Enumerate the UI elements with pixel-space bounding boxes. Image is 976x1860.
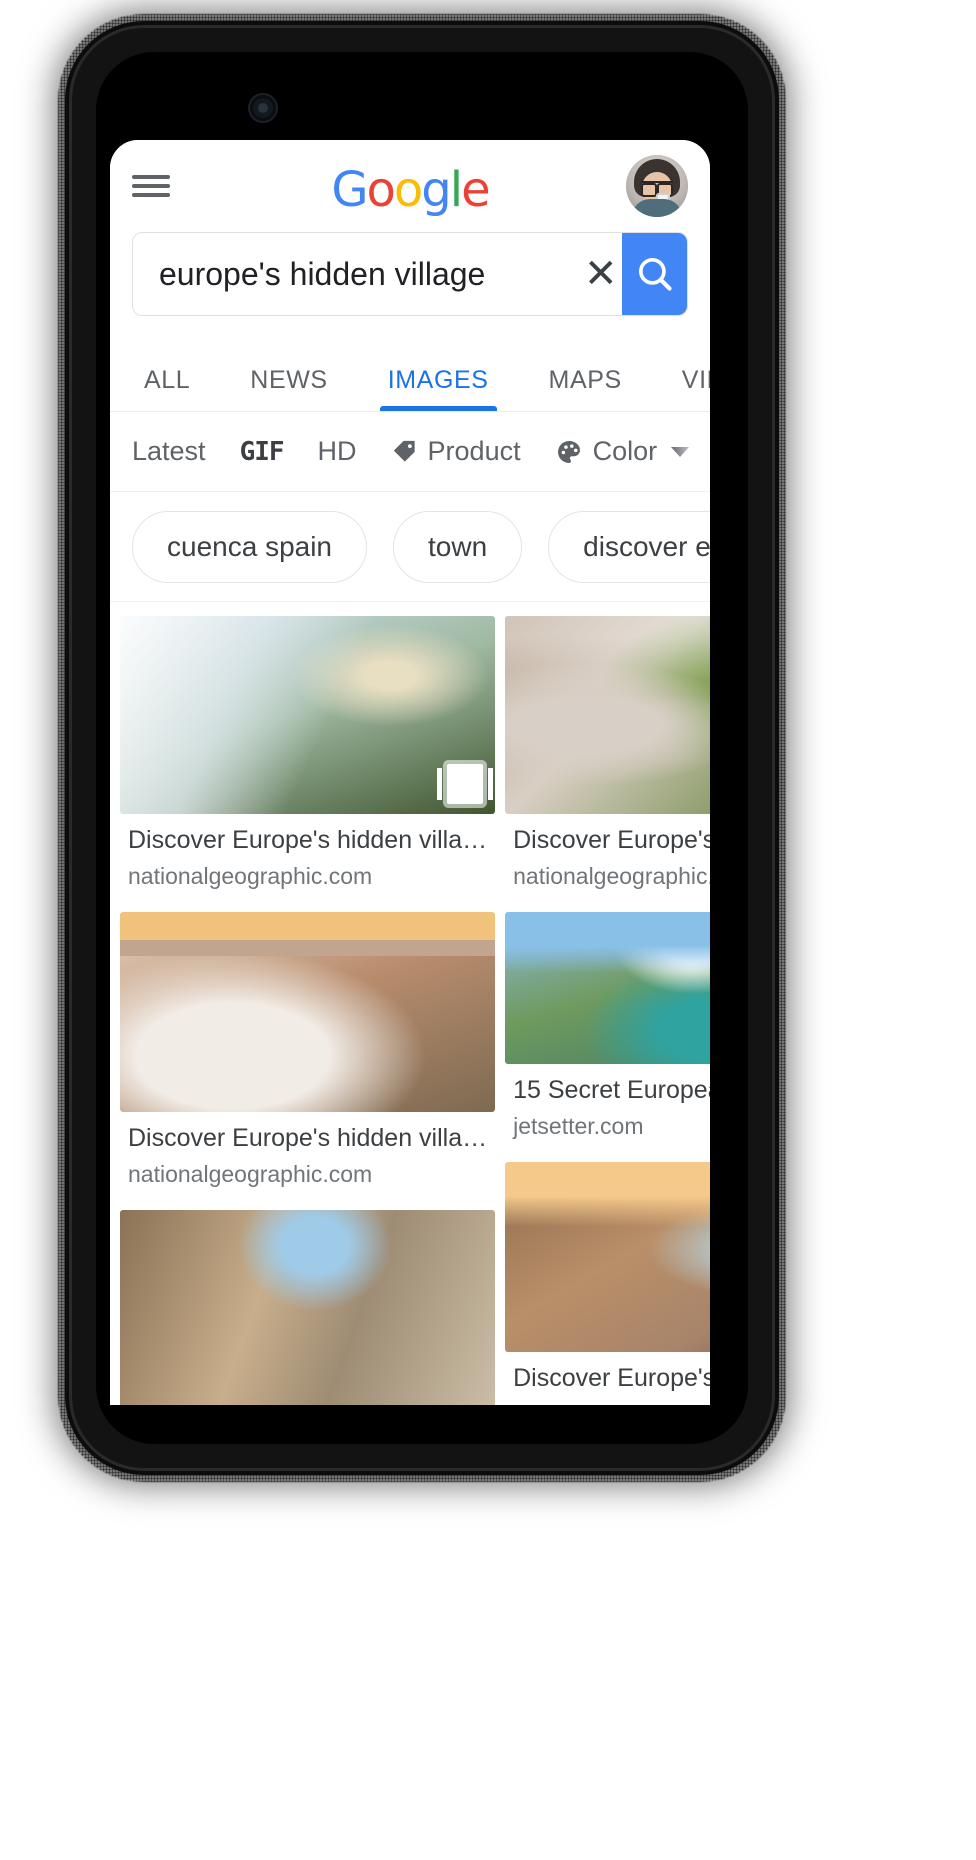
result-title: Discover Europe's hidden villa… [513,1364,710,1392]
filter-color[interactable]: Color [555,436,690,467]
filter-hd-label: HD [317,436,357,466]
google-logo: Google [110,166,710,214]
logo-letter: o [366,162,396,218]
results-column-left: Discover Europe's hidden villa… national… [120,616,496,1405]
result-thumbnail[interactable] [505,912,710,1064]
logo-letter: g [421,162,452,218]
filter-hd[interactable]: HD [318,436,357,467]
filter-gif[interactable]: GIF [239,436,285,467]
tab-maps[interactable]: MAPS [519,366,652,411]
results-column-right: Discover Europe's hidden villa… national… [505,616,710,1405]
result-title: Discover Europe's hidden villa… [513,826,710,854]
product-badge-icon [437,764,494,804]
google-images-app: Google ✕ ALL NEWS IMAGES MAPS [110,140,710,1405]
tag-icon [393,440,415,462]
chip-cuenca-spain[interactable]: cuenca spain [132,510,368,583]
result-domain: nationalgeographic.com [505,1401,710,1405]
search-submit-button[interactable] [622,233,687,315]
result-title: 15 Secret European Villages … [513,1076,710,1104]
tab-news[interactable]: NEWS [220,366,357,411]
image-results-grid: Discover Europe's hidden villa… national… [110,602,710,1405]
image-result-card[interactable]: Lesser-Known Destinations i… nationalgeo… [120,1210,496,1405]
filter-color-label: Color [592,436,658,466]
front-camera [250,95,276,121]
related-search-chips[interactable]: cuenca spain town discover europe [110,492,710,602]
image-result-card[interactable]: 15 Secret European Villages … jetsetter.… [505,912,710,1140]
result-thumbnail[interactable] [505,1162,710,1352]
result-title: Discover Europe's hidden villa… [128,826,488,854]
image-result-card[interactable]: Discover Europe's hidden villa… national… [505,1162,710,1405]
tab-images[interactable]: IMAGES [358,366,519,411]
result-domain: nationalgeographic.com [128,1161,373,1187]
palette-icon [557,440,580,463]
chip-discover-europe[interactable]: discover europe [548,510,710,583]
logo-letter: G [331,162,368,218]
logo-letter: l [449,162,463,218]
search-area: ✕ [110,232,710,316]
search-input[interactable] [133,255,579,293]
search-icon [638,257,672,291]
filter-latest-label: Latest [132,436,206,466]
result-domain: nationalgeographic.com [513,863,710,889]
filter-product-label: Product [427,436,521,466]
chevron-down-icon [671,446,690,457]
result-thumbnail[interactable] [120,1210,496,1405]
result-thumbnail[interactable] [120,912,496,1112]
result-title: Discover Europe's hidden villa… [128,1124,488,1152]
clear-search-button[interactable]: ✕ [579,233,622,315]
tab-videos[interactable]: VIDEOS [652,366,710,411]
search-vertical-tabs[interactable]: ALL NEWS IMAGES MAPS VIDEOS S [110,330,710,412]
avatar-body [632,199,682,217]
search-bar[interactable]: ✕ [132,232,688,316]
app-header: Google [110,140,710,232]
image-result-card[interactable]: Discover Europe's hidden villa… national… [120,616,496,890]
chip-town[interactable]: town [393,510,523,583]
filter-product[interactable]: Product [391,436,521,467]
image-result-card[interactable]: Discover Europe's hidden villa… national… [120,912,496,1188]
hamburger-menu-icon[interactable] [132,171,170,201]
filter-gif-label: GIF [239,436,285,467]
result-thumbnail[interactable] [120,616,496,814]
result-thumbnail[interactable] [505,616,710,814]
result-domain: nationalgeographic.com [128,863,373,889]
logo-letter: o [393,162,423,218]
result-domain: jetsetter.com [513,1113,644,1139]
image-filter-strip[interactable]: Latest GIF HD Product Color [110,412,710,492]
account-avatar[interactable] [626,155,688,217]
tab-all[interactable]: ALL [114,366,220,411]
image-result-card[interactable]: Discover Europe's hidden villa… national… [505,616,710,890]
filter-latest[interactable]: Latest [132,436,206,467]
logo-letter: e [461,162,490,218]
avatar-glasses [641,181,673,197]
